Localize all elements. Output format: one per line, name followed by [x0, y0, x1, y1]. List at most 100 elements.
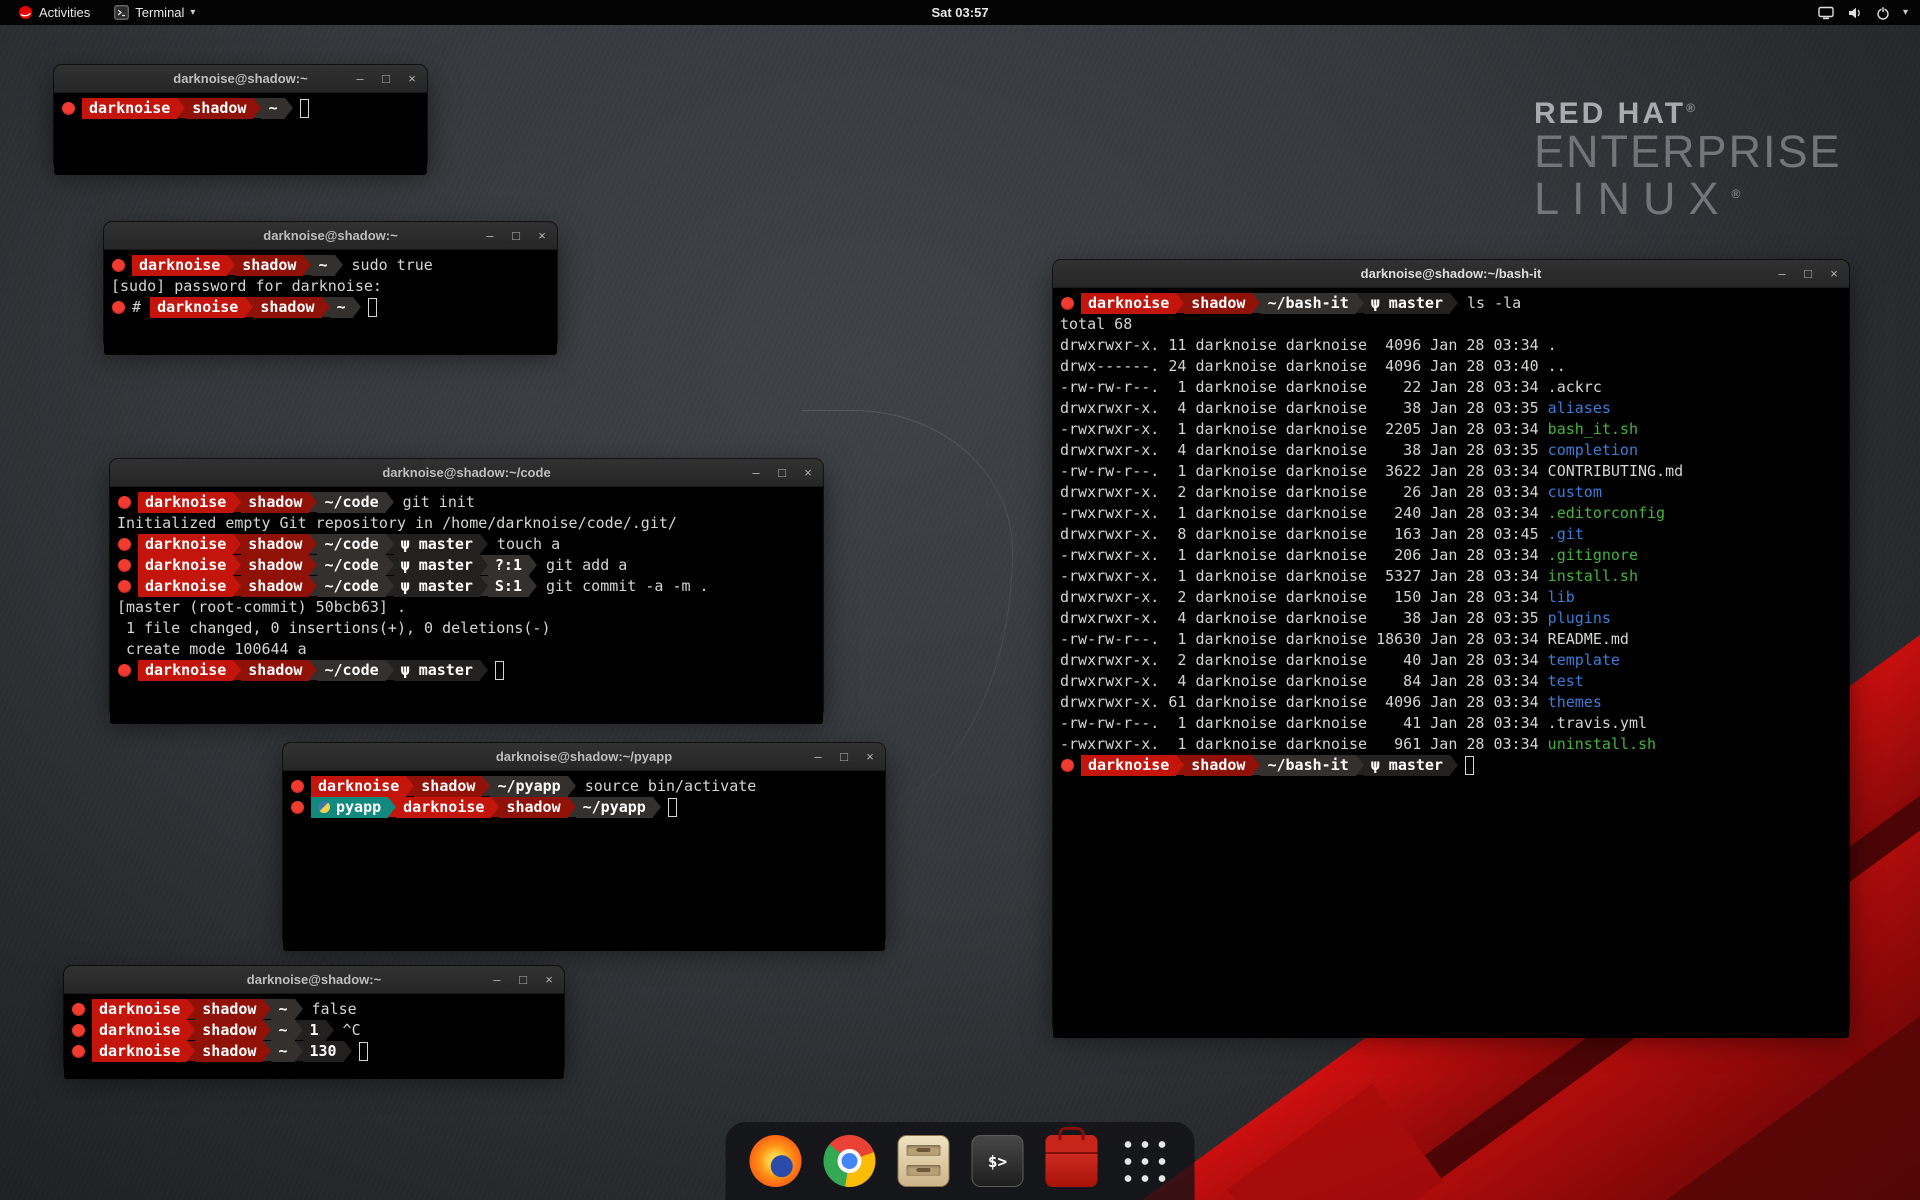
prompt-segment: ~/bash-it: [1260, 755, 1355, 776]
minimize-button[interactable]: –: [483, 229, 497, 242]
terminal-text: -rwxrwxr-x. 1 darknoise darknoise 240 Ja…: [1060, 504, 1548, 522]
maximize-button[interactable]: □: [379, 72, 393, 85]
redhat-prompt-icon: [112, 301, 125, 314]
terminal-content[interactable]: darknoiseshadow~ falsedarknoiseshadow~1 …: [64, 994, 564, 1079]
brand-product-line2-text: LINUX: [1534, 173, 1732, 224]
window-title: darknoise@shadow:~/code: [382, 465, 550, 480]
terminal-line: -rw-rw-r--. 1 darknoise darknoise 22 Jan…: [1060, 377, 1842, 398]
terminal-cursor: [1465, 756, 1474, 775]
minimize-button[interactable]: –: [490, 973, 504, 986]
terminal-window-home-2: darknoise@shadow:~ – □ × darknoiseshadow…: [64, 966, 564, 1069]
terminal-text: custom: [1548, 483, 1602, 501]
terminal-text: drwx------. 24 darknoise darknoise 4096 …: [1060, 357, 1548, 375]
prompt-segment: ~: [271, 1020, 294, 1041]
powerline-arrow-icon: [309, 660, 317, 680]
close-button[interactable]: ×: [405, 72, 419, 85]
chrome-icon[interactable]: [824, 1135, 876, 1187]
prompt-segment: shadow: [1184, 755, 1252, 776]
prompt-segment: ?:1: [488, 555, 529, 576]
powerline-arrow-icon: [653, 797, 661, 817]
terminal-line: darknoiseshadow~/codeψ masterS:1 git com…: [117, 576, 816, 597]
app-menu-terminal[interactable]: Terminal ▾: [106, 0, 203, 25]
window-titlebar[interactable]: darknoise@shadow:~ – □ ×: [104, 222, 557, 250]
terminal-content[interactable]: darknoiseshadow~/pyapp source bin/activa…: [283, 771, 885, 951]
window-titlebar[interactable]: darknoise@shadow:~/pyapp – □ ×: [283, 743, 885, 771]
file-manager-icon[interactable]: [898, 1135, 950, 1187]
terminal-launcher-icon[interactable]: $>: [972, 1135, 1024, 1187]
close-button[interactable]: ×: [1827, 267, 1841, 280]
powerline-arrow-icon: [187, 1020, 195, 1040]
minimize-button[interactable]: –: [749, 466, 763, 479]
activities-button[interactable]: Activities: [10, 0, 98, 25]
powerline-arrow-icon: [386, 576, 394, 596]
volume-icon: [1847, 6, 1863, 20]
terminal-line: [master (root-commit) 50bcb63] .: [117, 597, 816, 618]
terminal-line: drwxrwxr-x. 61 darknoise darknoise 4096 …: [1060, 692, 1842, 713]
system-status-area[interactable]: ▾: [1818, 6, 1908, 20]
close-button[interactable]: ×: [535, 229, 549, 242]
close-button[interactable]: ×: [542, 973, 556, 986]
clock[interactable]: Sat 03:57: [931, 5, 988, 20]
terminal-content[interactable]: darknoiseshadow~ sudo true[sudo] passwor…: [104, 250, 557, 355]
powerline-arrow-icon: [406, 776, 414, 796]
powerline-arrow-icon: [386, 534, 394, 554]
redhat-prompt-icon: [118, 538, 131, 551]
app-grid-icon[interactable]: [1120, 1136, 1171, 1187]
chevron-down-icon: ▾: [190, 7, 195, 18]
window-controls: – □ ×: [1775, 260, 1841, 287]
firefox-icon[interactable]: [750, 1135, 802, 1187]
prompt-segment: darknoise: [132, 255, 227, 276]
maximize-button[interactable]: □: [509, 229, 523, 242]
terminal-line: drwxrwxr-x. 4 darknoise darknoise 38 Jan…: [1060, 398, 1842, 419]
terminal-content[interactable]: darknoiseshadow~: [54, 93, 427, 175]
terminal-text: .: [1548, 336, 1557, 354]
powerline-arrow-icon: [187, 999, 195, 1019]
window-titlebar[interactable]: darknoise@shadow:~ – □ ×: [54, 65, 427, 93]
prompt-segment: shadow: [241, 555, 309, 576]
terminal-text: themes: [1548, 693, 1602, 711]
close-button[interactable]: ×: [801, 466, 815, 479]
close-button[interactable]: ×: [863, 750, 877, 763]
terminal-text: drwxrwxr-x. 2 darknoise darknoise 150 Ja…: [1060, 588, 1548, 606]
terminal-line: pyappdarknoiseshadow~/pyapp: [290, 797, 878, 818]
terminal-line: drwxrwxr-x. 2 darknoise darknoise 150 Ja…: [1060, 587, 1842, 608]
minimize-button[interactable]: –: [1775, 267, 1789, 280]
minimize-button[interactable]: –: [353, 72, 367, 85]
window-titlebar[interactable]: darknoise@shadow:~ – □ ×: [64, 966, 564, 994]
redhat-prompt-icon: [291, 780, 304, 793]
powerline-arrow-icon: [386, 555, 394, 575]
terminal-line: [sudo] password for darknoise:: [111, 276, 550, 297]
brand-product-line2: LINUX®: [1534, 176, 1842, 223]
minimize-button[interactable]: –: [811, 750, 825, 763]
redhat-prompt-icon: [1061, 297, 1074, 310]
toolbox-icon[interactable]: [1046, 1135, 1098, 1187]
prompt-segment: darknoise: [92, 1020, 187, 1041]
maximize-button[interactable]: □: [1801, 267, 1815, 280]
terminal-content[interactable]: darknoiseshadow~/bash-itψ master ls -lat…: [1053, 288, 1849, 1038]
window-title: darknoise@shadow:~: [173, 71, 307, 86]
window-titlebar[interactable]: darknoise@shadow:~/bash-it – □ ×: [1053, 260, 1849, 288]
terminal-cursor: [668, 798, 677, 817]
terminal-text: lib: [1548, 588, 1575, 606]
maximize-button[interactable]: □: [516, 973, 530, 986]
prompt-segment: ~/pyapp: [490, 776, 567, 797]
powerline-arrow-icon: [491, 797, 499, 817]
prompt-segment: shadow: [499, 797, 567, 818]
prompt-segment: ~: [271, 999, 294, 1020]
prompt-segment: ~: [271, 1041, 294, 1062]
maximize-button[interactable]: □: [775, 466, 789, 479]
maximize-button[interactable]: □: [837, 750, 851, 763]
window-title: darknoise@shadow:~/bash-it: [1361, 266, 1542, 281]
powerline-arrow-icon: [263, 999, 271, 1019]
prompt-segment: darknoise: [1081, 293, 1176, 314]
window-controls: – □ ×: [483, 222, 549, 249]
prompt-segment: darknoise: [92, 999, 187, 1020]
terminal-line: -rw-rw-r--. 1 darknoise darknoise 41 Jan…: [1060, 713, 1842, 734]
window-titlebar[interactable]: darknoise@shadow:~/code – □ ×: [110, 459, 823, 487]
powerline-arrow-icon: [529, 555, 537, 575]
terminal-content[interactable]: darknoiseshadow~/code git initInitialize…: [110, 487, 823, 724]
registered-mark: ®: [1686, 101, 1698, 115]
terminal-text: .travis.yml: [1548, 714, 1647, 732]
powerline-arrow-icon: [309, 492, 317, 512]
terminal-icon: [114, 5, 129, 20]
